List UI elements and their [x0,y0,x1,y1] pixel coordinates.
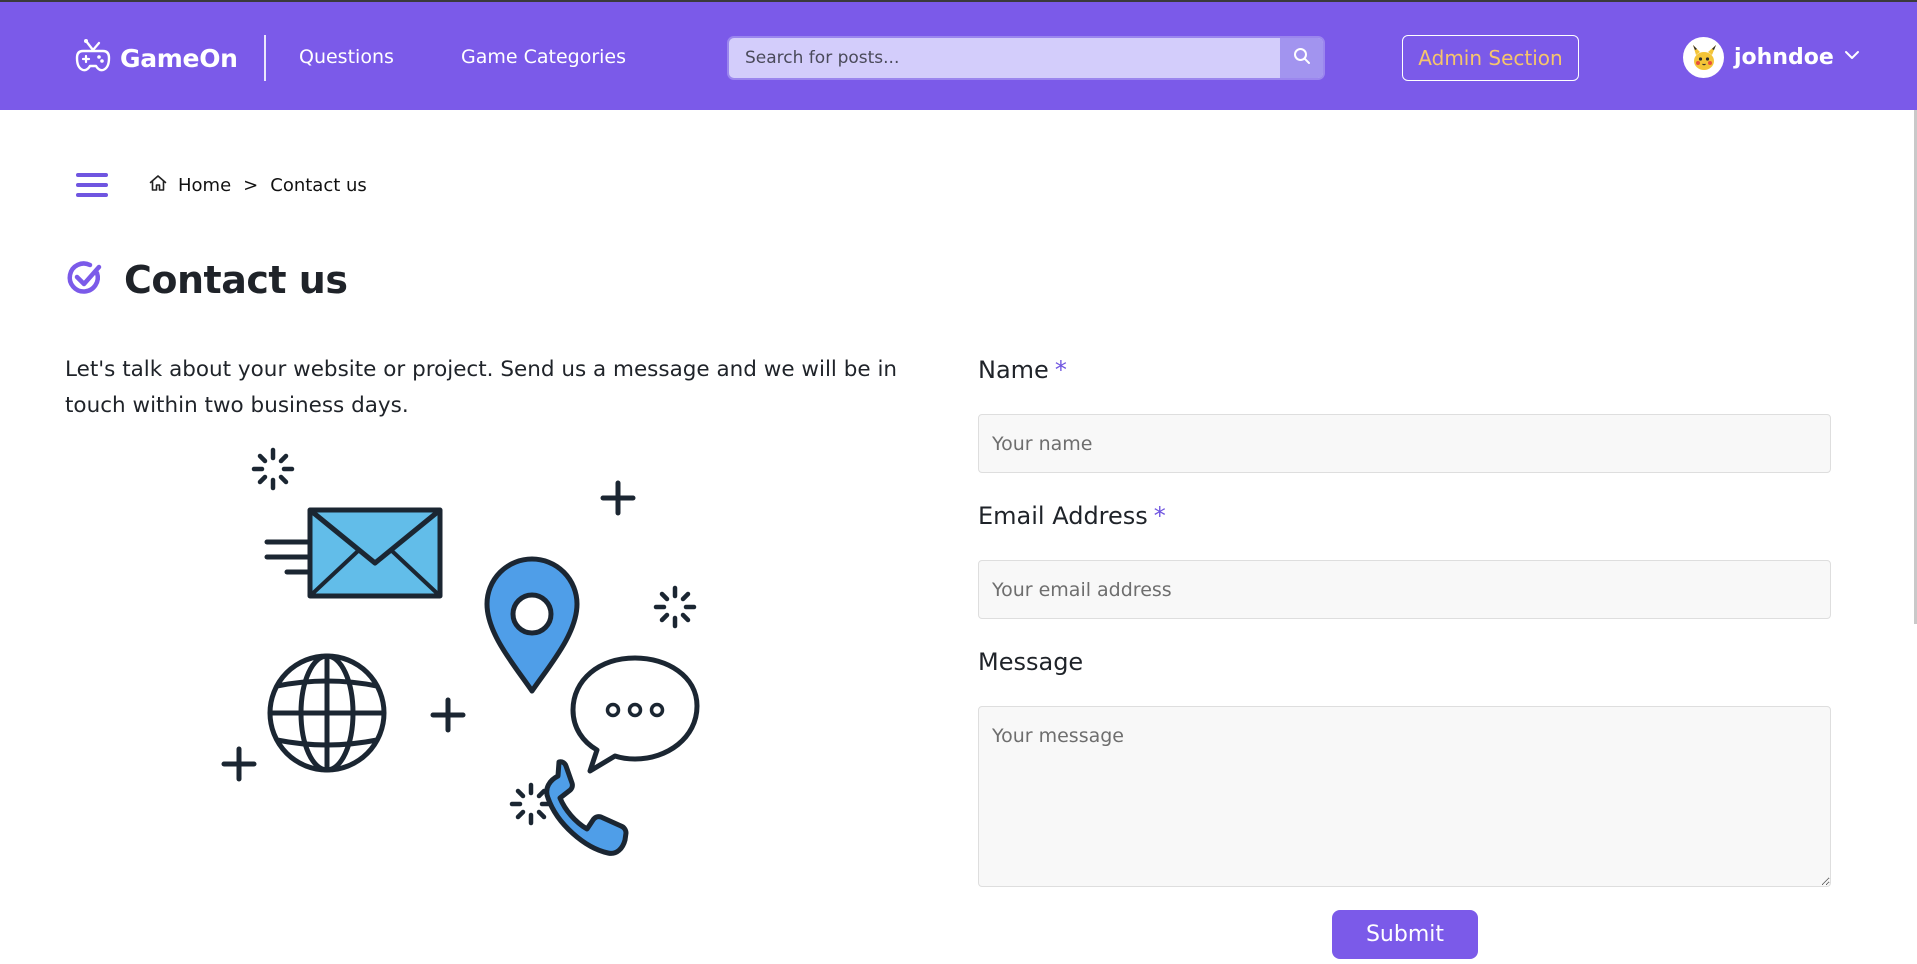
logo-text: GameOn [120,43,238,73]
sparkle-icon [251,447,295,491]
chevron-down-icon [1844,47,1860,67]
username: johndoe [1734,44,1834,70]
message-label-text: Message [978,648,1084,676]
page-title: Contact us [124,258,348,302]
breadcrumb-current: Contact us [270,174,367,196]
required-mark: * [1054,356,1067,384]
globe-icon [267,653,387,773]
gamepad-icon [74,37,112,79]
contact-illustration [205,438,775,868]
required-mark: * [1153,502,1166,530]
home-icon[interactable] [148,173,168,198]
email-label: Email Address * [978,502,1166,530]
search-bar [727,36,1325,80]
intro-text: Let's talk about your website or project… [65,357,898,418]
name-field[interactable] [978,414,1831,473]
search-icon [1293,47,1311,69]
header-divider [264,35,266,81]
phone-chat-icon [544,655,700,856]
admin-section-button[interactable]: Admin Section [1402,35,1579,81]
location-pin-icon [484,556,580,694]
user-menu[interactable]: johndoe [1683,36,1860,78]
submit-button[interactable]: Submit [1332,910,1478,959]
hamburger-menu-icon[interactable] [76,173,108,197]
name-label: Name * [978,356,1067,384]
page-header: Contact us [66,255,348,305]
nav-questions[interactable]: Questions [299,46,394,68]
site-logo[interactable]: GameOn [74,38,238,78]
breadcrumb-home[interactable]: Home [178,175,231,196]
email-field[interactable] [978,560,1831,619]
breadcrumb: Home > Contact us [148,172,367,198]
message-textarea[interactable] [978,706,1831,887]
check-circle-icon [66,259,104,301]
nav-game-categories[interactable]: Game Categories [461,46,626,68]
envelope-icon [307,507,443,599]
breadcrumb-separator: > [243,174,259,196]
sparkle-icon [653,585,697,629]
search-input[interactable] [729,38,1280,78]
top-navbar: GameOn Questions Game Categories Admin S… [0,0,1917,110]
message-label: Message [978,648,1083,676]
email-label-text: Email Address [978,502,1148,530]
search-button[interactable] [1280,38,1323,78]
avatar [1683,36,1724,78]
name-label-text: Name [978,356,1049,384]
